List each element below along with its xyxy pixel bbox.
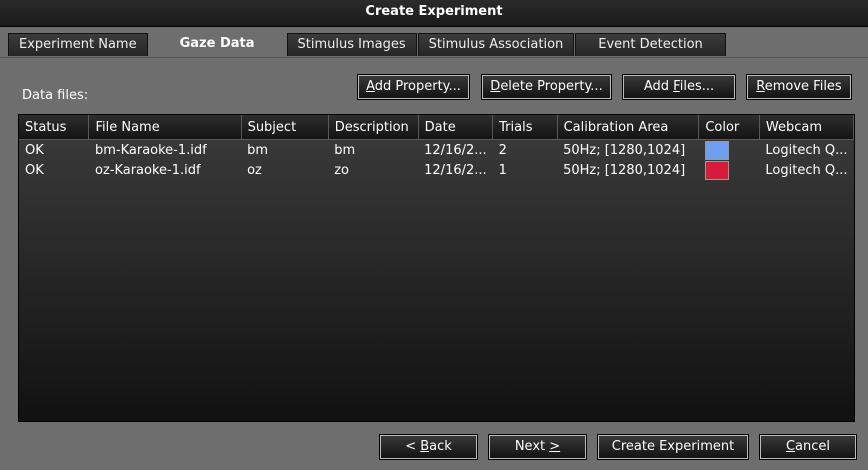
cell-color[interactable]: [699, 160, 760, 180]
tab-stimulus-images[interactable]: Stimulus Images: [286, 33, 417, 56]
tab-bar: Experiment Name Gaze Data Stimulus Image…: [8, 32, 727, 57]
cell-subject: bm: [247, 142, 268, 158]
cell-webcam: Logitech Q...: [765, 162, 848, 178]
add-property-label: dd Property...: [374, 79, 461, 94]
cell-file-name: bm-Karaoke-1.idf: [94, 142, 207, 158]
add-files-label-pre: Add: [643, 79, 674, 94]
column-header-color[interactable]: Color: [698, 115, 760, 140]
column-header-date[interactable]: Date: [418, 115, 494, 140]
column-header-trials[interactable]: Trials: [492, 115, 558, 140]
cell-trials: 2: [498, 142, 507, 158]
cell-webcam: Logitech Q...: [765, 142, 848, 158]
next-mnemonic: >: [549, 439, 561, 454]
cancel-button[interactable]: Cancel: [759, 434, 857, 460]
cell-calibration-area: 50Hz; [1280,1024]: [563, 142, 686, 158]
window-title: Create Experiment: [0, 0, 868, 27]
remove-files-label: emove Files: [764, 79, 842, 94]
column-header-status[interactable]: Status: [19, 115, 90, 140]
create-experiment-button[interactable]: Create Experiment: [597, 434, 749, 460]
column-header-calibration-area[interactable]: Calibration Area: [557, 115, 700, 140]
table-row[interactable]: OK bm-Karaoke-1.idf bm bm 12/16/2... 2 5…: [19, 140, 854, 161]
create-experiment-window: Create Experiment Experiment Name Gaze D…: [0, 0, 868, 470]
add-files-button[interactable]: Add Files...: [622, 74, 736, 100]
tab-stimulus-association[interactable]: Stimulus Association: [417, 33, 575, 56]
add-property-mnemonic: A: [366, 79, 375, 94]
tab-divider: [0, 57, 868, 58]
remove-files-mnemonic: R: [756, 79, 765, 94]
tab-experiment-name[interactable]: Experiment Name: [8, 33, 148, 56]
data-files-label: Data files:: [22, 88, 89, 103]
table-header-row: Status File Name Subject Description Dat…: [19, 115, 854, 140]
back-mnemonic: B: [420, 439, 430, 454]
delete-property-mnemonic: D: [490, 79, 501, 94]
cell-description: zo: [334, 162, 350, 178]
cancel-mnemonic: C: [785, 439, 796, 454]
table-row[interactable]: OK oz-Karaoke-1.idf oz zo 12/16/2... 1 5…: [19, 160, 854, 180]
column-header-file-name[interactable]: File Name: [88, 115, 242, 140]
next-label: Next: [514, 439, 550, 454]
add-files-label: iles...: [679, 79, 715, 94]
column-header-webcam[interactable]: Webcam: [759, 115, 854, 140]
delete-property-label: elete Property...: [500, 79, 603, 94]
tab-gaze-data[interactable]: Gaze Data: [148, 32, 286, 57]
cell-file-name: oz-Karaoke-1.idf: [94, 162, 201, 178]
cell-calibration-area: 50Hz; [1280,1024]: [563, 162, 686, 178]
cell-status: OK: [25, 162, 44, 178]
back-label-pre: <: [405, 439, 421, 454]
data-files-table[interactable]: Status File Name Subject Description Dat…: [18, 114, 855, 422]
delete-property-button[interactable]: Delete Property...: [481, 74, 612, 100]
cell-status: OK: [25, 142, 44, 158]
back-button[interactable]: < Back: [379, 434, 478, 460]
cell-color[interactable]: [699, 140, 760, 161]
cell-description: bm: [334, 142, 356, 158]
color-swatch[interactable]: [704, 140, 729, 160]
next-button[interactable]: Next >: [488, 434, 587, 460]
tab-event-detection[interactable]: Event Detection: [575, 33, 726, 56]
add-property-button[interactable]: Add Property...: [357, 74, 470, 100]
cell-trials: 1: [498, 162, 507, 178]
cell-date: 12/16/2...: [424, 142, 487, 158]
back-label: ack: [429, 439, 452, 454]
cell-subject: oz: [247, 162, 262, 178]
remove-files-button[interactable]: Remove Files: [746, 74, 852, 100]
column-header-description[interactable]: Description: [328, 115, 419, 140]
column-header-subject[interactable]: Subject: [241, 115, 329, 140]
cell-date: 12/16/2...: [424, 162, 487, 178]
cancel-label: ancel: [795, 439, 831, 454]
color-swatch[interactable]: [704, 160, 729, 180]
